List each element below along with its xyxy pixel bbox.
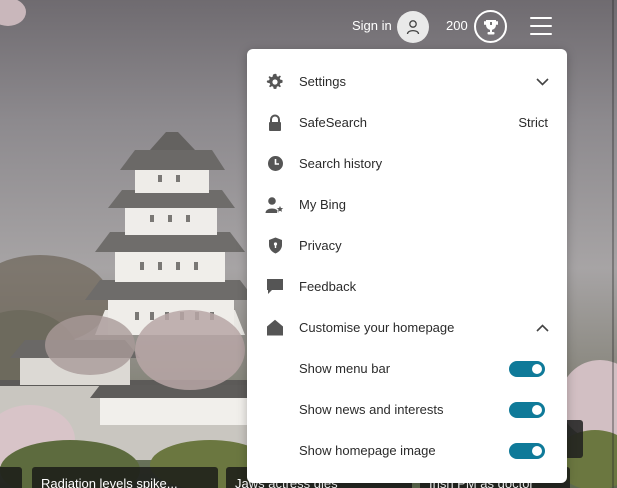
menu-item-label: Privacy [299, 238, 342, 253]
toggle-row-news: Show news and interests [247, 389, 567, 430]
menu-item-label: Search history [299, 156, 383, 171]
show-homepage-image-toggle[interactable] [509, 442, 545, 459]
menu-item-settings[interactable]: Settings [247, 61, 567, 102]
lock-icon [265, 113, 285, 133]
feedback-icon [265, 277, 285, 297]
rewards-points[interactable]: 200 [446, 18, 468, 34]
menu-item-my-bing[interactable]: My Bing [247, 184, 567, 225]
menu-item-search-history[interactable]: Search history [247, 143, 567, 184]
menu-item-customise-homepage[interactable]: Customise your homepage [247, 307, 567, 348]
sign-in-link[interactable]: Sign in [352, 18, 392, 34]
show-menu-bar-toggle[interactable] [509, 360, 545, 377]
toggle-row-menu-bar: Show menu bar [247, 348, 567, 389]
rewards-trophy-icon[interactable] [474, 10, 507, 43]
menu-item-label: Customise your homepage [299, 320, 455, 335]
shield-icon [265, 236, 285, 256]
show-news-toggle[interactable] [509, 401, 545, 418]
toggle-label: Show menu bar [299, 361, 391, 376]
menu-item-label: SafeSearch [299, 115, 367, 130]
top-bar: Sign in 200 [0, 0, 617, 52]
menu-item-label: Settings [299, 74, 346, 89]
home-icon [265, 318, 285, 338]
menu-item-label: Feedback [299, 279, 357, 294]
menu-item-privacy[interactable]: Privacy [247, 225, 567, 266]
chevron-down-icon[interactable] [535, 75, 549, 89]
toggle-label: Show news and interests [299, 402, 444, 417]
clock-icon [265, 154, 285, 174]
hamburger-menu-icon[interactable] [530, 17, 552, 35]
news-card[interactable] [0, 467, 22, 488]
menu-item-safesearch[interactable]: SafeSearch Strict [247, 102, 567, 143]
news-card[interactable]: Radiation levels spike... [32, 467, 218, 488]
menu-item-feedback[interactable]: Feedback [247, 266, 567, 307]
chevron-up-icon[interactable] [535, 321, 549, 335]
window-edge [612, 0, 614, 488]
settings-menu-panel: Settings SafeSearch Strict Search histor… [247, 49, 567, 483]
gear-icon [265, 72, 285, 92]
safesearch-value: Strict [518, 115, 548, 130]
toggle-row-homepage-image: Show homepage image [247, 430, 567, 471]
toggle-label: Show homepage image [299, 443, 436, 458]
menu-item-label: My Bing [299, 197, 346, 212]
avatar-icon[interactable] [397, 11, 429, 43]
person-star-icon [265, 195, 285, 215]
